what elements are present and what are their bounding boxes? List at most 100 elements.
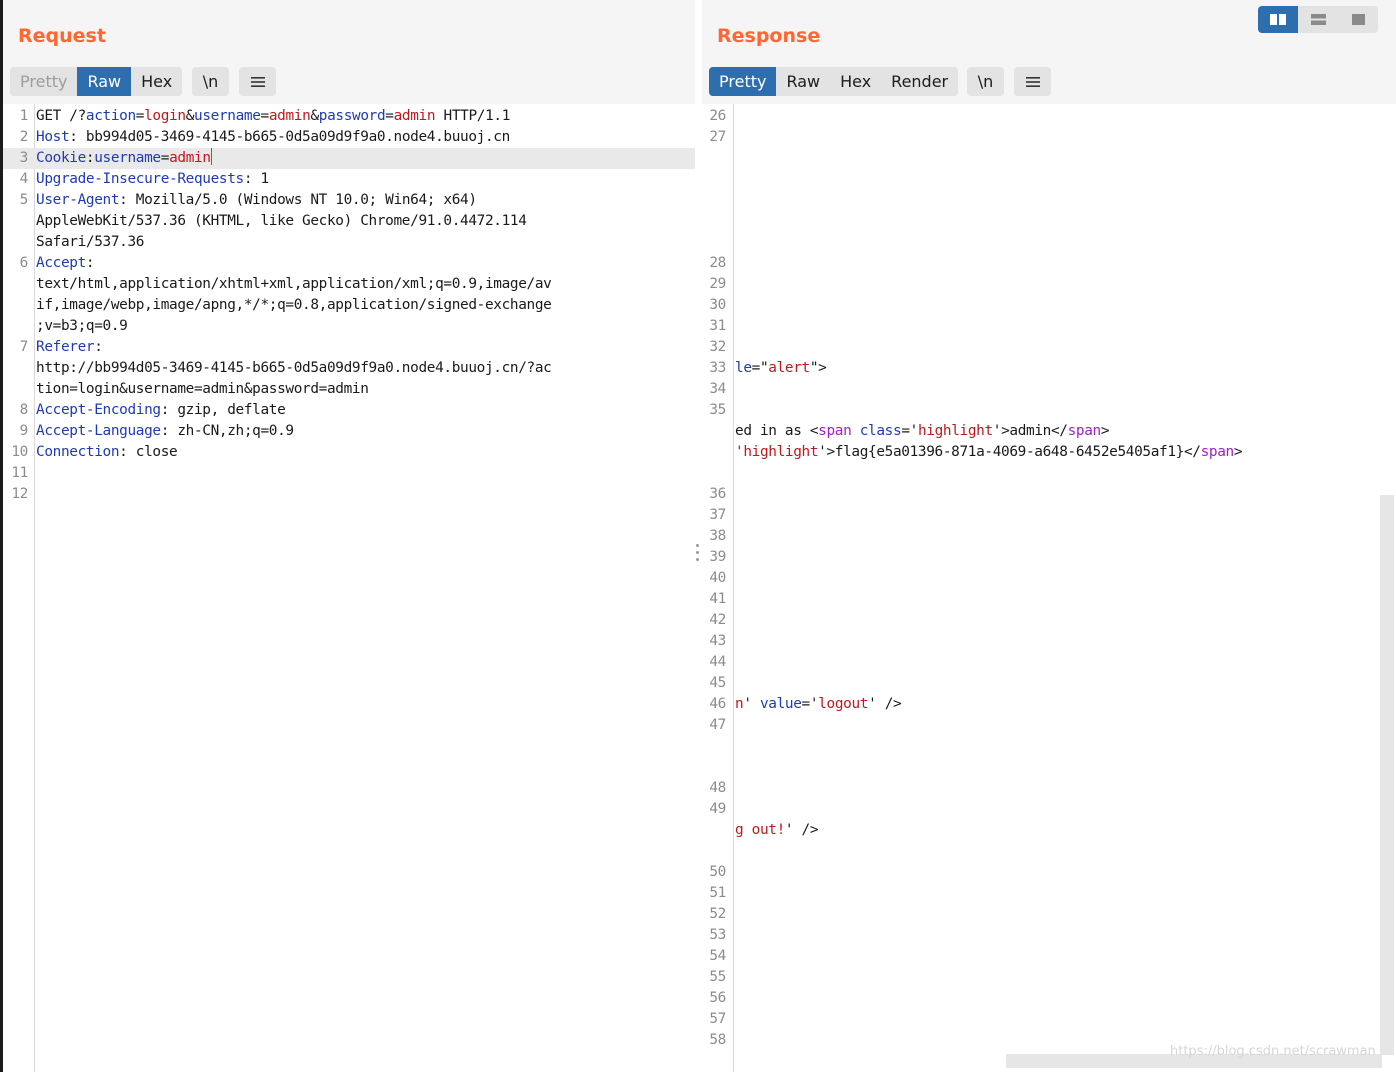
response-menu-button[interactable] (1014, 67, 1051, 96)
code-line[interactable]: 43 (702, 631, 1396, 652)
code-line[interactable]: 10 Connection: close (3, 442, 695, 463)
request-code[interactable]: 1 GET /?action=login&username=admin&passw… (3, 106, 695, 505)
code-line[interactable]: 38 (702, 526, 1396, 547)
line-number: 26 (709, 108, 726, 124)
response-code[interactable]: 26 27 28 29 30 31 32 33 le="alert"> 34 35 ed in as … (702, 106, 1396, 1051)
stacked-layout-button[interactable] (1298, 6, 1338, 33)
code-line[interactable]: 40 (702, 568, 1396, 589)
tab-hex[interactable]: Hex (830, 67, 881, 96)
code-line[interactable]: 35 (702, 400, 1396, 421)
layout-toggle (1258, 6, 1378, 33)
code-token: : gzip, deflate (160, 402, 286, 418)
code-line[interactable] (702, 169, 1396, 190)
code-line[interactable]: 46 n' value='logout' /> (702, 694, 1396, 715)
tab-raw[interactable]: Raw (776, 67, 830, 96)
code-line[interactable] (702, 190, 1396, 211)
code-line[interactable]: 34 (702, 379, 1396, 400)
code-line[interactable]: 55 (702, 967, 1396, 988)
code-token: username (194, 108, 261, 124)
code-line[interactable]: 51 (702, 883, 1396, 904)
code-token: span (1067, 423, 1102, 439)
line-number: 34 (709, 381, 726, 397)
code-line[interactable]: 44 (702, 652, 1396, 673)
code-line[interactable]: 9 Accept-Language: zh-CN,zh;q=0.9 (3, 421, 695, 442)
code-token: tion=login&username=admin&password=admin (36, 381, 369, 397)
tab-hex[interactable]: Hex (131, 67, 182, 96)
tab-pretty[interactable]: Pretty (709, 67, 777, 96)
code-line[interactable]: 3 Cookie:username=admin (3, 148, 695, 169)
tab-render[interactable]: Render (881, 67, 958, 96)
newline-toggle-button[interactable]: \n (192, 67, 229, 96)
code-line[interactable]: 27 (702, 127, 1396, 148)
code-line[interactable]: 52 (702, 904, 1396, 925)
splitter-grip-icon[interactable] (696, 544, 700, 568)
code-line[interactable]: 49 (702, 799, 1396, 820)
response-vertical-scrollbar[interactable] (1380, 495, 1394, 1055)
code-line[interactable]: 56 (702, 988, 1396, 1009)
line-number: 6 (19, 255, 29, 271)
tab-pretty[interactable]: Pretty (10, 67, 77, 96)
request-menu-button[interactable] (239, 67, 276, 96)
code-token: g out! (735, 822, 785, 838)
code-line[interactable]: 26 (702, 106, 1396, 127)
code-line[interactable]: tion=login&username=admin&password=admin (3, 379, 695, 400)
code-line[interactable] (702, 211, 1396, 232)
code-line[interactable] (702, 232, 1396, 253)
code-line[interactable] (702, 463, 1396, 484)
code-line[interactable]: 8 Accept-Encoding: gzip, deflate (3, 400, 695, 421)
code-line[interactable]: 57 (702, 1009, 1396, 1030)
code-line[interactable]: 37 (702, 505, 1396, 526)
code-line[interactable]: 4 Upgrade-Insecure-Requests: 1 (3, 169, 695, 190)
code-line[interactable]: 11 (3, 463, 695, 484)
code-line[interactable]: 50 (702, 862, 1396, 883)
request-view-tabs: Pretty Raw Hex (10, 67, 183, 96)
code-line[interactable]: 45 (702, 673, 1396, 694)
code-line[interactable]: 7 Referer: (3, 337, 695, 358)
code-line[interactable]: 1 GET /?action=login&username=admin&passw… (3, 106, 695, 127)
code-line[interactable]: text/html,application/xhtml+xml,applicat… (3, 274, 695, 295)
line-text: le="alert"> (735, 358, 827, 379)
code-line[interactable]: 48 (702, 778, 1396, 799)
code-line[interactable] (702, 736, 1396, 757)
code-line[interactable]: 29 (702, 274, 1396, 295)
code-line[interactable]: http://bb994d05-3469-4145-b665-0d5a09d9f… (3, 358, 695, 379)
code-line[interactable] (702, 841, 1396, 862)
code-line[interactable]: 28 (702, 253, 1396, 274)
code-line[interactable]: 53 (702, 925, 1396, 946)
code-line[interactable]: Safari/537.36 (3, 232, 695, 253)
code-line[interactable]: 32 (702, 337, 1396, 358)
line-text: 'highlight'>flag{e5a01396-871a-4069-a648… (735, 442, 1243, 463)
code-line[interactable]: 54 (702, 946, 1396, 967)
code-token: login (144, 108, 186, 124)
code-line[interactable]: if,image/webp,image/apng,*/*;q=0.8,appli… (3, 295, 695, 316)
side-by-side-layout-button[interactable] (1258, 6, 1298, 33)
single-pane-layout-button[interactable] (1338, 6, 1378, 33)
code-line[interactable]: AppleWebKit/537.36 (KHTML, like Gecko) C… (3, 211, 695, 232)
code-line[interactable]: 36 (702, 484, 1396, 505)
code-line[interactable] (702, 148, 1396, 169)
code-line[interactable] (702, 757, 1396, 778)
code-line[interactable]: 'highlight'>flag{e5a01396-871a-4069-a648… (702, 442, 1396, 463)
line-number: 58 (709, 1032, 726, 1048)
code-line[interactable]: 42 (702, 610, 1396, 631)
code-line[interactable]: 39 (702, 547, 1396, 568)
code-line[interactable]: 47 (702, 715, 1396, 736)
code-line[interactable]: 41 (702, 589, 1396, 610)
pane-splitter[interactable] (695, 0, 702, 1072)
line-number: 35 (709, 402, 726, 418)
line-number (3, 316, 36, 337)
code-line[interactable]: 12 (3, 484, 695, 505)
tab-raw[interactable]: Raw (77, 67, 132, 96)
line-text: Accept: (36, 253, 95, 274)
code-line[interactable]: 2 Host: bb994d05-3469-4145-b665-0d5a09d9f… (3, 127, 695, 148)
newline-toggle-button[interactable]: \n (967, 67, 1004, 96)
code-line[interactable]: 31 (702, 316, 1396, 337)
code-token: le (735, 360, 752, 376)
code-line[interactable]: ;v=b3;q=0.9 (3, 316, 695, 337)
code-line[interactable]: g out!' /> (702, 820, 1396, 841)
code-line[interactable]: 33 le="alert"> (702, 358, 1396, 379)
code-line[interactable]: 6 Accept: (3, 253, 695, 274)
code-line[interactable]: 5 User-Agent: Mozilla/5.0 (Windows NT 10.… (3, 190, 695, 211)
code-line[interactable]: ed in as <span class='highlight'>admin</… (702, 421, 1396, 442)
code-line[interactable]: 30 (702, 295, 1396, 316)
